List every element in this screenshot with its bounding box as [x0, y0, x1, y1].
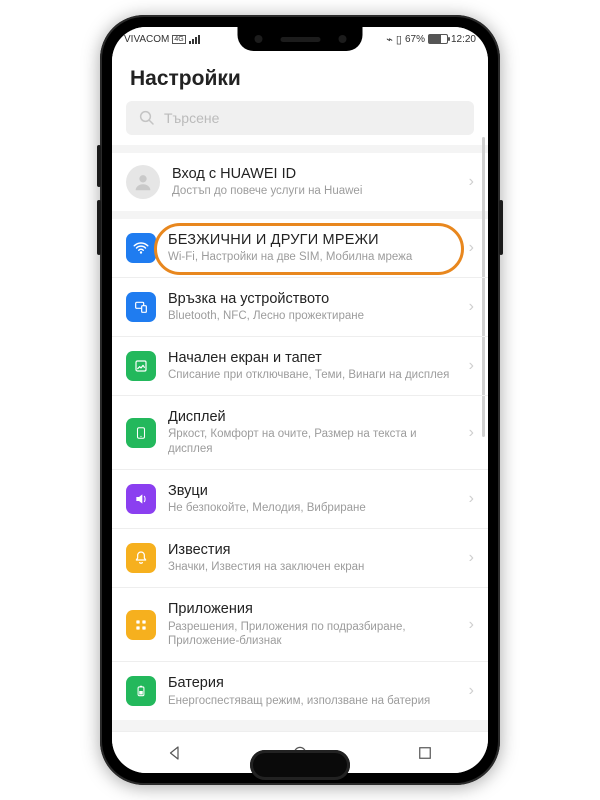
network-badge: 4G — [172, 35, 185, 44]
display-notch — [238, 27, 363, 51]
row-subtitle: Не безпокойте, Мелодия, Вибриране — [168, 501, 453, 516]
row-title: Звуци — [168, 482, 453, 500]
home-wallpaper-icon — [126, 351, 156, 381]
row-home-wallpaper[interactable]: Начален екран и тапет Списание при отклю… — [112, 337, 488, 396]
row-title: Дисплей — [168, 408, 453, 426]
row-title: БЕЗЖИЧНИ И ДРУГИ МРЕЖИ — [168, 231, 453, 249]
row-sounds[interactable]: Звуци Не безпокойте, Мелодия, Вибриране … — [112, 470, 488, 529]
search-input[interactable]: Търсене — [126, 101, 474, 135]
wifi-icon — [126, 233, 156, 263]
row-device-connection[interactable]: Връзка на устройството Bluetooth, NFC, Л… — [112, 278, 488, 337]
signal-icon — [189, 35, 200, 44]
row-subtitle: Разрешения, Приложения по подразбиране, … — [168, 620, 453, 650]
card-account: Вход с HUAWEI ID Достъп до повече услуги… — [112, 153, 488, 211]
side-button — [97, 145, 101, 187]
row-subtitle: Значки, Известия на заключен екран — [168, 560, 453, 575]
nav-recent-button[interactable] — [416, 744, 434, 762]
side-button — [499, 200, 503, 255]
card-settings: БЕЗЖИЧНИ И ДРУГИ МРЕЖИ Wi-Fi, Настройки … — [112, 219, 488, 720]
battery-pct: 67% — [405, 34, 425, 45]
row-title: Батерия — [168, 674, 453, 692]
row-subtitle: Bluetooth, NFC, Лесно прожектиране — [168, 309, 453, 324]
row-title: Връзка на устройството — [168, 290, 453, 308]
nav-back-button[interactable] — [166, 744, 184, 762]
search-container: Търсене — [112, 101, 488, 145]
row-subtitle: Енергоспестяващ режим, използване на бат… — [168, 694, 453, 709]
row-subtitle: Списание при отключване, Теми, Винаги на… — [168, 368, 453, 383]
row-subtitle: Достъп до повече услуги на Huawei — [172, 184, 453, 199]
search-placeholder: Търсене — [164, 110, 219, 126]
row-title: Приложения — [168, 600, 453, 618]
chevron-right-icon: › — [465, 616, 474, 634]
row-title: Известия — [168, 541, 453, 559]
settings-list: Вход с HUAWEI ID Достъп до повече услуги… — [112, 145, 488, 731]
chevron-right-icon: › — [465, 424, 474, 442]
screen: VIVACOM 4G ⌁ ▯ 67% 12:20 Настройки Търсе… — [112, 27, 488, 773]
carrier-label: VIVACOM — [124, 34, 169, 45]
battery-settings-icon — [126, 676, 156, 706]
physical-home-button[interactable] — [250, 750, 350, 780]
chevron-right-icon: › — [465, 298, 474, 316]
search-icon — [138, 109, 156, 127]
page-title: Настройки — [112, 51, 488, 101]
battery-icon — [428, 34, 448, 44]
row-subtitle: Wi-Fi, Настройки на две SIM, Мобилна мре… — [168, 250, 453, 265]
apps-icon — [126, 610, 156, 640]
row-huawei-id[interactable]: Вход с HUAWEI ID Достъп до повече услуги… — [112, 153, 488, 211]
clock: 12:20 — [451, 34, 476, 45]
row-title: Начален екран и тапет — [168, 349, 453, 367]
avatar-icon — [126, 165, 160, 199]
chevron-right-icon: › — [465, 173, 474, 191]
row-battery[interactable]: Батерия Енергоспестяващ режим, използван… — [112, 662, 488, 720]
display-icon — [126, 418, 156, 448]
row-subtitle: Яркост, Комфорт на очите, Размер на текс… — [168, 427, 453, 457]
row-title: Вход с HUAWEI ID — [172, 165, 453, 183]
vibrate-icon: ▯ — [396, 33, 402, 46]
row-display[interactable]: Дисплей Яркост, Комфорт на очите, Размер… — [112, 396, 488, 470]
row-apps[interactable]: Приложения Разрешения, Приложения по под… — [112, 588, 488, 662]
chevron-right-icon: › — [465, 682, 474, 700]
phone-frame: VIVACOM 4G ⌁ ▯ 67% 12:20 Настройки Търсе… — [100, 15, 500, 785]
bluetooth-icon: ⌁ — [386, 33, 393, 46]
side-button — [97, 200, 101, 255]
device-connection-icon — [126, 292, 156, 322]
row-wireless[interactable]: БЕЗЖИЧНИ И ДРУГИ МРЕЖИ Wi-Fi, Настройки … — [112, 219, 488, 278]
chevron-right-icon: › — [465, 490, 474, 508]
sounds-icon — [126, 484, 156, 514]
notifications-icon — [126, 543, 156, 573]
chevron-right-icon: › — [465, 357, 474, 375]
chevron-right-icon: › — [465, 239, 474, 257]
chevron-right-icon: › — [465, 549, 474, 567]
row-notifications[interactable]: Известия Значки, Известия на заключен ек… — [112, 529, 488, 588]
